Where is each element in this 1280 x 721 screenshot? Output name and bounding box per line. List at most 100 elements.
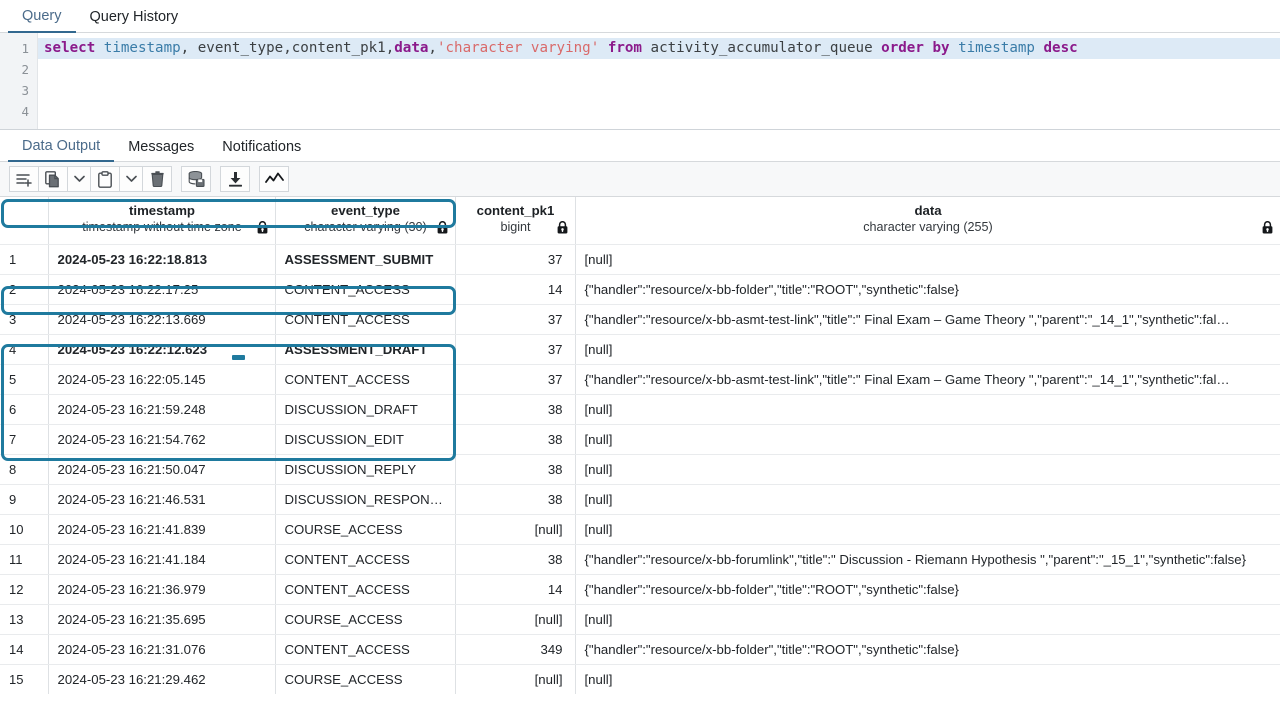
cell-content-pk1[interactable]: 38: [455, 424, 575, 454]
table-row[interactable]: 152024-05-23 16:21:29.462COURSE_ACCESS[n…: [0, 664, 1280, 694]
cell-content-pk1[interactable]: 37: [455, 364, 575, 394]
cell-data[interactable]: {"handler":"resource/x-bb-asmt-test-link…: [575, 304, 1280, 334]
cell-timestamp[interactable]: 2024-05-23 16:21:59.248: [48, 394, 275, 424]
cell-content-pk1[interactable]: 14: [455, 574, 575, 604]
cell-timestamp[interactable]: 2024-05-23 16:21:41.839: [48, 514, 275, 544]
cell-rownum[interactable]: 8: [0, 454, 48, 484]
tab-query[interactable]: Query: [8, 4, 76, 33]
cell-event-type[interactable]: CONTENT_ACCESS: [275, 544, 455, 574]
cell-timestamp[interactable]: 2024-05-23 16:21:50.047: [48, 454, 275, 484]
cell-timestamp[interactable]: 2024-05-23 16:21:41.184: [48, 544, 275, 574]
cell-data[interactable]: [null]: [575, 484, 1280, 514]
cell-data[interactable]: {"handler":"resource/x-bb-asmt-test-link…: [575, 364, 1280, 394]
cell-data[interactable]: [null]: [575, 334, 1280, 364]
cell-data[interactable]: {"handler":"resource/x-bb-folder","title…: [575, 574, 1280, 604]
editor-code-area[interactable]: select timestamp, event_type,content_pk1…: [38, 33, 1280, 129]
cell-timestamp[interactable]: 2024-05-23 16:22:05.145: [48, 364, 275, 394]
cell-rownum[interactable]: 3: [0, 304, 48, 334]
tab-messages[interactable]: Messages: [114, 136, 208, 161]
cell-timestamp[interactable]: 2024-05-23 16:22:13.669: [48, 304, 275, 334]
table-row[interactable]: 122024-05-23 16:21:36.979CONTENT_ACCESS1…: [0, 574, 1280, 604]
table-row[interactable]: 62024-05-23 16:21:59.248DISCUSSION_DRAFT…: [0, 394, 1280, 424]
table-row[interactable]: 32024-05-23 16:22:13.669CONTENT_ACCESS37…: [0, 304, 1280, 334]
table-row[interactable]: 102024-05-23 16:21:41.839COURSE_ACCESS[n…: [0, 514, 1280, 544]
paste-button[interactable]: [90, 166, 120, 192]
cell-data[interactable]: [null]: [575, 424, 1280, 454]
cell-event-type[interactable]: CONTENT_ACCESS: [275, 274, 455, 304]
cell-timestamp[interactable]: 2024-05-23 16:22:17.25: [48, 274, 275, 304]
cell-content-pk1[interactable]: 37: [455, 244, 575, 274]
cell-rownum[interactable]: 11: [0, 544, 48, 574]
cell-timestamp[interactable]: 2024-05-23 16:21:29.462: [48, 664, 275, 694]
cell-rownum[interactable]: 12: [0, 574, 48, 604]
cell-content-pk1[interactable]: 14: [455, 274, 575, 304]
tab-query-history[interactable]: Query History: [76, 5, 193, 32]
cell-content-pk1[interactable]: 349: [455, 634, 575, 664]
download-button[interactable]: [220, 166, 250, 192]
cell-timestamp[interactable]: 2024-05-23 16:21:36.979: [48, 574, 275, 604]
save-data-changes-button[interactable]: [181, 166, 211, 192]
cell-content-pk1[interactable]: 38: [455, 454, 575, 484]
cell-content-pk1[interactable]: 38: [455, 484, 575, 514]
cell-timestamp[interactable]: 2024-05-23 16:21:31.076: [48, 634, 275, 664]
cell-event-type[interactable]: CONTENT_ACCESS: [275, 304, 455, 334]
cell-event-type[interactable]: DISCUSSION_RESPONSE: [275, 484, 455, 514]
cell-event-type[interactable]: ASSESSMENT_SUBMIT: [275, 244, 455, 274]
table-row[interactable]: 132024-05-23 16:21:35.695COURSE_ACCESS[n…: [0, 604, 1280, 634]
add-row-button[interactable]: [9, 166, 39, 192]
delete-row-button[interactable]: [142, 166, 172, 192]
cell-rownum[interactable]: 7: [0, 424, 48, 454]
cell-event-type[interactable]: ASSESSMENT_DRAFT: [275, 334, 455, 364]
table-row[interactable]: 42024-05-23 16:22:12.623ASSESSMENT_DRAFT…: [0, 334, 1280, 364]
copy-options-button[interactable]: [67, 166, 91, 192]
cell-data[interactable]: [null]: [575, 454, 1280, 484]
cell-timestamp[interactable]: 2024-05-23 16:22:12.623: [48, 334, 275, 364]
cell-content-pk1[interactable]: 37: [455, 334, 575, 364]
table-row[interactable]: 112024-05-23 16:21:41.184CONTENT_ACCESS3…: [0, 544, 1280, 574]
sql-editor[interactable]: 1 2 3 4 select timestamp, event_type,con…: [0, 33, 1280, 130]
cell-data[interactable]: {"handler":"resource/x-bb-folder","title…: [575, 274, 1280, 304]
paste-options-button[interactable]: [119, 166, 143, 192]
cell-rownum[interactable]: 5: [0, 364, 48, 394]
cell-content-pk1[interactable]: [null]: [455, 604, 575, 634]
copy-button[interactable]: [38, 166, 68, 192]
sql-empty-line[interactable]: [38, 80, 1280, 101]
cell-event-type[interactable]: CONTENT_ACCESS: [275, 574, 455, 604]
cell-content-pk1[interactable]: 38: [455, 394, 575, 424]
cell-rownum[interactable]: 1: [0, 244, 48, 274]
data-output-grid[interactable]: timestamp timestamp without time zone: [0, 197, 1280, 694]
cell-rownum[interactable]: 14: [0, 634, 48, 664]
column-header-data[interactable]: data character varying (255): [575, 197, 1280, 244]
table-row[interactable]: 12024-05-23 16:22:18.813ASSESSMENT_SUBMI…: [0, 244, 1280, 274]
cell-rownum[interactable]: 4: [0, 334, 48, 364]
cell-timestamp[interactable]: 2024-05-23 16:21:54.762: [48, 424, 275, 454]
cell-event-type[interactable]: DISCUSSION_REPLY: [275, 454, 455, 484]
table-row[interactable]: 82024-05-23 16:21:50.047DISCUSSION_REPLY…: [0, 454, 1280, 484]
column-header-content-pk1[interactable]: content_pk1 bigint: [455, 197, 575, 244]
sql-empty-line[interactable]: [38, 101, 1280, 122]
cell-data[interactable]: {"handler":"resource/x-bb-forumlink","ti…: [575, 544, 1280, 574]
table-row[interactable]: 142024-05-23 16:21:31.076CONTENT_ACCESS3…: [0, 634, 1280, 664]
table-row[interactable]: 52024-05-23 16:22:05.145CONTENT_ACCESS37…: [0, 364, 1280, 394]
table-row[interactable]: 72024-05-23 16:21:54.762DISCUSSION_EDIT3…: [0, 424, 1280, 454]
cell-data[interactable]: [null]: [575, 244, 1280, 274]
cell-rownum[interactable]: 2: [0, 274, 48, 304]
cell-data[interactable]: [null]: [575, 604, 1280, 634]
table-row[interactable]: 92024-05-23 16:21:46.531DISCUSSION_RESPO…: [0, 484, 1280, 514]
cell-data[interactable]: [null]: [575, 664, 1280, 694]
cell-timestamp[interactable]: 2024-05-23 16:22:18.813: [48, 244, 275, 274]
cell-content-pk1[interactable]: [null]: [455, 664, 575, 694]
tab-notifications[interactable]: Notifications: [208, 136, 315, 161]
cell-event-type[interactable]: DISCUSSION_DRAFT: [275, 394, 455, 424]
cell-rownum[interactable]: 9: [0, 484, 48, 514]
cell-content-pk1[interactable]: [null]: [455, 514, 575, 544]
column-header-timestamp[interactable]: timestamp timestamp without time zone: [48, 197, 275, 244]
sql-empty-line[interactable]: [38, 59, 1280, 80]
cell-data[interactable]: [null]: [575, 394, 1280, 424]
sql-statement-line[interactable]: select timestamp, event_type,content_pk1…: [38, 38, 1280, 59]
cell-rownum[interactable]: 6: [0, 394, 48, 424]
table-row[interactable]: 22024-05-23 16:22:17.25CONTENT_ACCESS14{…: [0, 274, 1280, 304]
cell-rownum[interactable]: 13: [0, 604, 48, 634]
cell-event-type[interactable]: CONTENT_ACCESS: [275, 634, 455, 664]
cell-timestamp[interactable]: 2024-05-23 16:21:46.531: [48, 484, 275, 514]
